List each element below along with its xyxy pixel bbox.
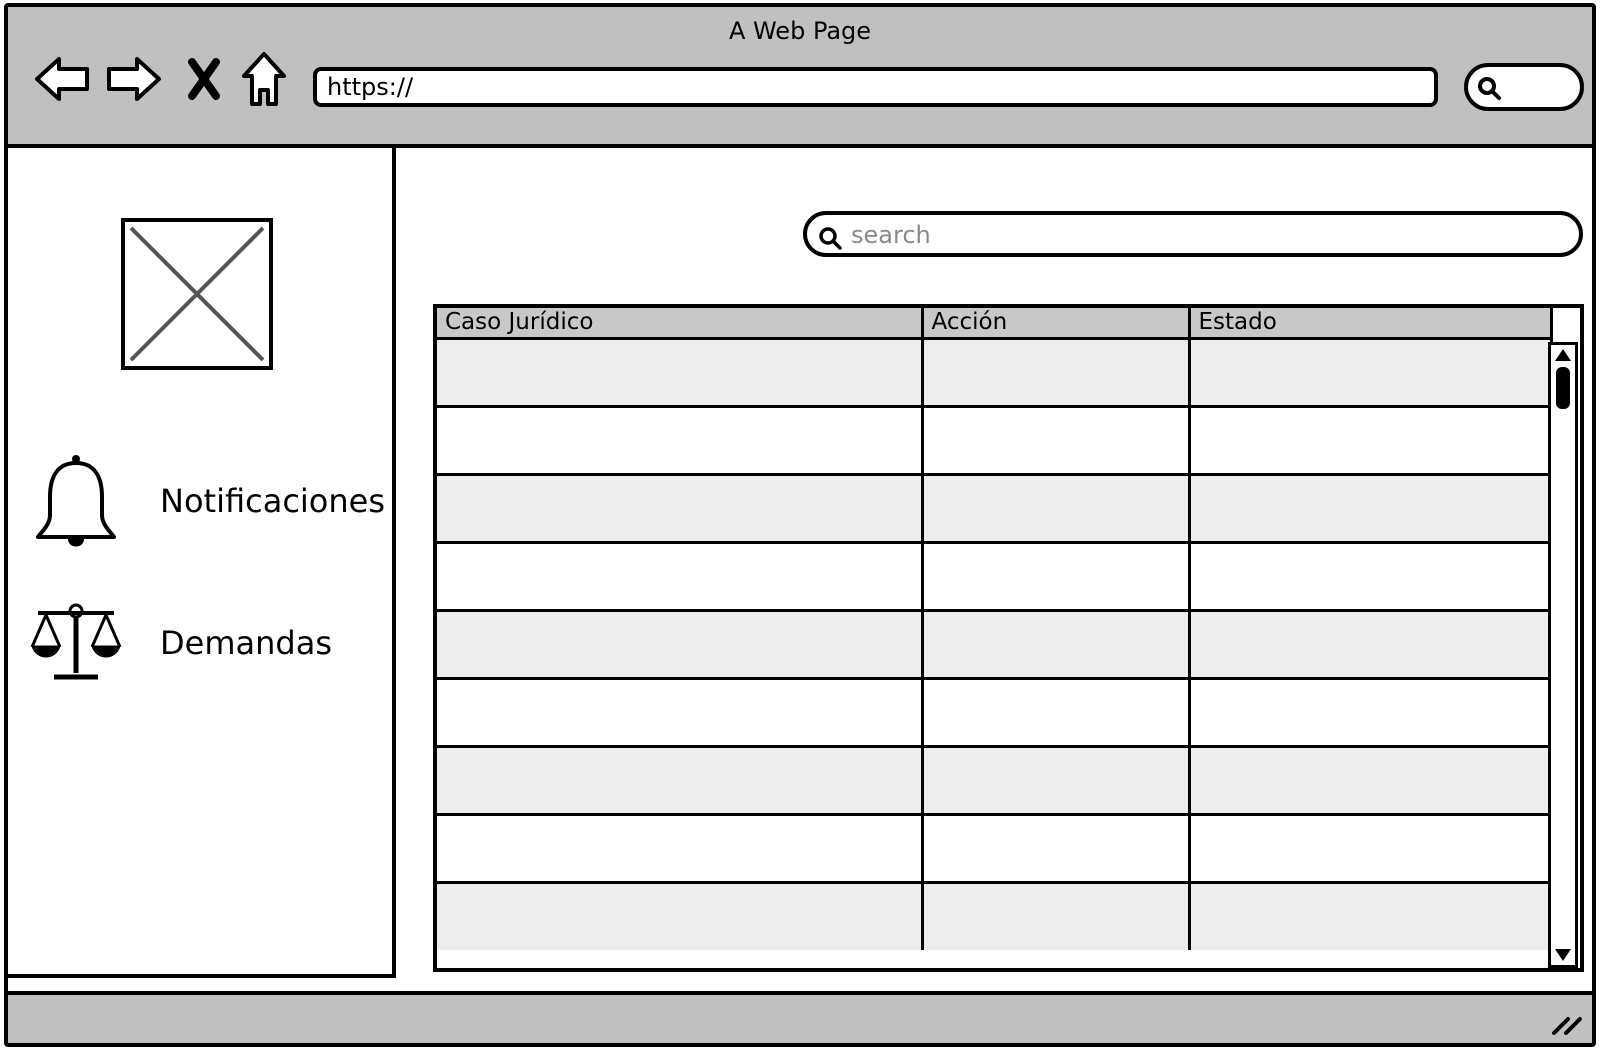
table-cell[interactable] <box>920 336 1191 408</box>
table-header-row: Caso Jurídico Acción Estado <box>437 308 1553 340</box>
table-cell[interactable] <box>437 676 924 748</box>
search-input[interactable] <box>849 217 1553 253</box>
table-row[interactable] <box>437 608 1553 680</box>
sidebar-item-notificaciones[interactable]: Notificaciones <box>28 453 385 549</box>
sidebar: Notificaciones Demandas <box>8 148 396 978</box>
home-icon <box>242 52 286 106</box>
table-cell[interactable] <box>437 540 924 612</box>
forward-button[interactable] <box>104 49 164 109</box>
table-cell[interactable] <box>1187 404 1553 476</box>
column-header-caso-juridico[interactable]: Caso Jurídico <box>437 308 924 340</box>
table-row[interactable] <box>437 336 1553 408</box>
status-bar <box>8 991 1592 1043</box>
sidebar-item-label: Notificaciones <box>160 482 386 520</box>
table-row[interactable] <box>437 472 1553 544</box>
table-row[interactable] <box>437 880 1553 950</box>
browser-chrome: A Web Page https:// <box>8 7 1592 148</box>
image-placeholder-icon <box>129 226 265 362</box>
table-cell[interactable] <box>920 404 1191 476</box>
table-row[interactable] <box>437 744 1553 816</box>
column-header-accion[interactable]: Acción <box>920 308 1191 340</box>
forward-arrow-icon <box>107 57 161 101</box>
table-cell[interactable] <box>1187 744 1553 816</box>
table-cell[interactable] <box>920 744 1191 816</box>
bell-icon <box>36 455 116 547</box>
close-icon <box>188 58 220 100</box>
table-cell[interactable] <box>920 608 1191 680</box>
search-icon <box>1478 77 1501 100</box>
window-title: A Web Page <box>728 17 872 45</box>
table-cell[interactable] <box>1187 608 1553 680</box>
table-cell[interactable] <box>1187 540 1553 612</box>
table-cell[interactable] <box>437 812 924 884</box>
table-cell[interactable] <box>437 608 924 680</box>
back-button[interactable] <box>32 49 92 109</box>
table-cell[interactable] <box>437 880 924 950</box>
search-icon <box>819 227 842 250</box>
table-cell[interactable] <box>1187 676 1553 748</box>
cases-table: Caso Jurídico Acción Estado <box>433 304 1584 972</box>
back-arrow-icon <box>35 57 89 101</box>
table-cell[interactable] <box>920 540 1191 612</box>
table-row[interactable] <box>437 540 1553 612</box>
scales-icon <box>30 603 122 680</box>
sidebar-item-demandas[interactable]: Demandas <box>28 603 332 683</box>
home-button[interactable] <box>234 49 294 109</box>
table-cell[interactable] <box>437 472 924 544</box>
table-cell[interactable] <box>1187 812 1553 884</box>
table-cell[interactable] <box>437 404 924 476</box>
search-bar[interactable] <box>803 211 1583 257</box>
url-input[interactable]: https:// <box>313 67 1438 107</box>
table-cell[interactable] <box>437 336 924 408</box>
table-cell[interactable] <box>1187 880 1553 950</box>
table-cell[interactable] <box>920 812 1191 884</box>
table-cell[interactable] <box>920 676 1191 748</box>
browser-window: A Web Page https:// Notificaciones Deman… <box>4 3 1596 1047</box>
table-cell[interactable] <box>1187 336 1553 408</box>
scrollbar-thumb[interactable] <box>1556 367 1570 409</box>
table-cell[interactable] <box>437 744 924 816</box>
table-row[interactable] <box>437 812 1553 884</box>
scroll-down-arrow-icon[interactable] <box>1555 949 1571 961</box>
scroll-up-arrow-icon[interactable] <box>1555 349 1571 361</box>
table-scrollbar[interactable] <box>1548 342 1578 968</box>
table-body <box>437 336 1553 950</box>
browser-search-field[interactable] <box>1464 63 1584 111</box>
logo-image-placeholder <box>121 218 273 370</box>
table-cell[interactable] <box>1187 472 1553 544</box>
sidebar-item-label: Demandas <box>160 624 332 662</box>
table-cell[interactable] <box>920 472 1191 544</box>
table-cell[interactable] <box>920 880 1191 950</box>
data-table: Caso Jurídico Acción Estado <box>437 308 1553 950</box>
table-row[interactable] <box>437 404 1553 476</box>
stop-button[interactable] <box>174 49 234 109</box>
column-header-estado[interactable]: Estado <box>1187 308 1553 340</box>
table-row[interactable] <box>437 676 1553 748</box>
resize-grip-icon[interactable] <box>1550 1007 1584 1037</box>
